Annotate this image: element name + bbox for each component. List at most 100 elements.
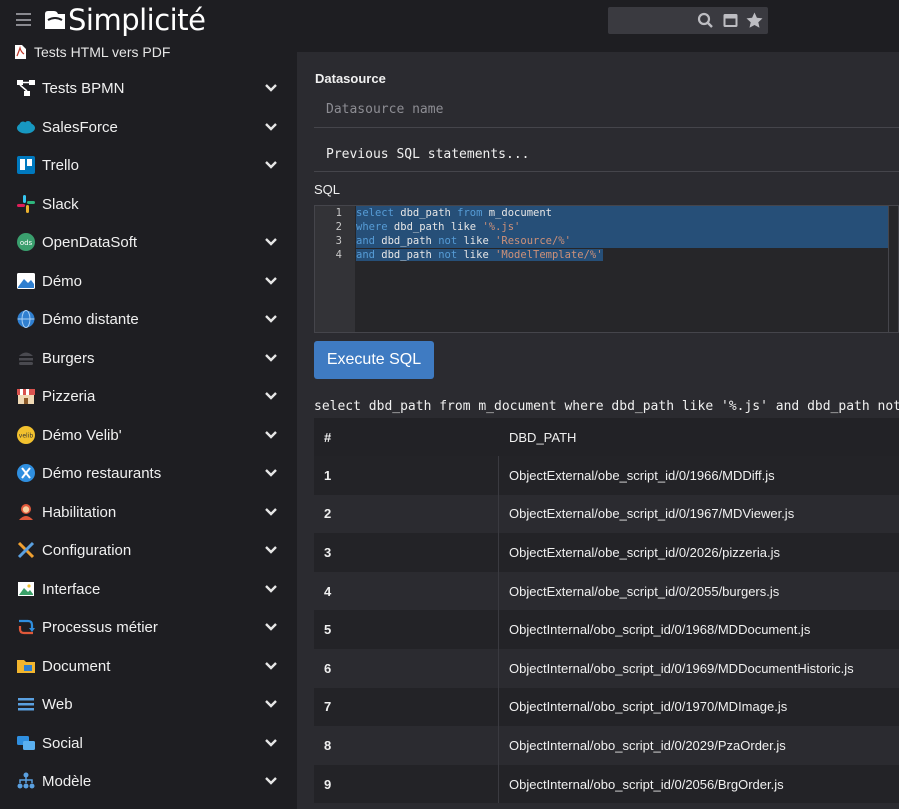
- app-logo[interactable]: Simplicité: [44, 3, 206, 37]
- code-line: select dbd_path from m_document: [356, 206, 888, 220]
- row-path: ObjectExternal/obe_script_id/0/1967/MDVi…: [509, 506, 795, 522]
- sidebar-item-salesforce[interactable]: SalesForce: [0, 108, 297, 146]
- sidebar-item-label: Slack: [42, 195, 79, 213]
- sidebar-item-social[interactable]: Social: [0, 724, 297, 762]
- chevron-down-icon[interactable]: [264, 353, 278, 363]
- sidebar-item-document[interactable]: Document: [0, 647, 297, 685]
- hamburger-menu-icon[interactable]: [16, 13, 31, 26]
- line-number-gutter: 1 2 3 4: [315, 206, 355, 332]
- sidebar-item-burgers[interactable]: Burgers: [0, 339, 297, 377]
- table-row[interactable]: 4 ObjectExternal/obe_script_id/0/2055/bur…: [314, 571, 899, 611]
- chevron-down-icon[interactable]: [264, 83, 278, 93]
- search-box[interactable]: [608, 7, 768, 34]
- sidebar-item-label: Démo distante: [42, 310, 139, 328]
- row-path: ObjectInternal/obo_script_id/0/1969/MDDo…: [509, 660, 854, 676]
- previous-sql-select[interactable]: Previous SQL statements...: [314, 134, 899, 172]
- table-row[interactable]: 1 ObjectExternal/obe_script_id/0/1966/MDD…: [314, 456, 899, 495]
- chevron-down-icon[interactable]: [264, 622, 278, 632]
- sidebar-item-label: Démo: [42, 272, 83, 290]
- sidebar-item-configuration[interactable]: Configuration: [0, 531, 297, 569]
- sidebar-item-pizzeria[interactable]: Pizzeria: [0, 377, 297, 415]
- sidebar-item-label: Web: [42, 695, 73, 713]
- sidebar-item-web[interactable]: Web: [0, 685, 297, 723]
- search-icon[interactable]: [697, 12, 714, 29]
- trello-icon: [17, 156, 35, 174]
- table-row[interactable]: 3 ObjectExternal/obe_script_id/0/2026/piz…: [314, 533, 899, 572]
- sidebar-item-label: Trello: [42, 156, 79, 174]
- chevron-down-icon[interactable]: [264, 661, 278, 671]
- burger-icon: [19, 352, 33, 365]
- sidebar-item-demo-restaurants[interactable]: Démo restaurants: [0, 454, 297, 492]
- sidebar-current-item[interactable]: Tests HTML vers PDF: [14, 43, 170, 61]
- datasource-input[interactable]: Datasource name: [314, 90, 899, 128]
- column-header-dbd-path[interactable]: DBD_PATH: [509, 430, 576, 445]
- editor-scrollbar[interactable]: [888, 206, 889, 332]
- sidebar-item-label: Document: [42, 657, 111, 675]
- row-index: 6: [324, 660, 332, 676]
- keyword: not: [438, 249, 458, 261]
- chevron-down-icon[interactable]: [264, 237, 278, 247]
- sidebar-item-modele[interactable]: Modèle: [0, 762, 297, 800]
- chevron-down-icon[interactable]: [264, 776, 278, 786]
- table-row[interactable]: 2 ObjectExternal/obe_script_id/0/1967/MDV…: [314, 494, 899, 534]
- execute-sql-button[interactable]: Execute SQL: [314, 341, 434, 379]
- keyword: like: [457, 235, 489, 247]
- folder-icon: [17, 660, 35, 673]
- column-separator: [498, 571, 499, 611]
- code-area[interactable]: select dbd_path from m_document where db…: [356, 206, 888, 332]
- sidebar-item-tests-bpmn[interactable]: Tests BPMN: [0, 69, 297, 107]
- sidebar-item-interface[interactable]: Interface: [0, 570, 297, 608]
- sidebar-item-label: SalesForce: [42, 118, 118, 136]
- sidebar-item-label: Modèle: [42, 772, 92, 790]
- table-row[interactable]: 8 ObjectInternal/obo_script_id/0/2029/Pza…: [314, 726, 899, 765]
- chevron-down-icon[interactable]: [264, 391, 278, 401]
- keyword: not: [438, 235, 458, 247]
- row-index: 4: [324, 583, 332, 599]
- star-icon[interactable]: [746, 12, 763, 29]
- row-path: ObjectExternal/obe_script_id/0/2055/burg…: [509, 583, 780, 599]
- user-icon: [19, 504, 33, 520]
- chevron-down-icon[interactable]: [264, 545, 278, 555]
- sidebar-item-label: Démo restaurants: [42, 464, 162, 482]
- keyword: where: [356, 221, 388, 233]
- sidebar-item-slack[interactable]: Slack: [0, 185, 297, 223]
- chevron-down-icon[interactable]: [264, 738, 278, 748]
- globe-icon: [17, 310, 35, 328]
- column-header-index[interactable]: #: [324, 430, 331, 445]
- chevron-down-icon[interactable]: [264, 699, 278, 709]
- sidebar-item-demo-velib[interactable]: velib Démo Velib': [0, 416, 297, 454]
- sidebar-item-label: Processus métier: [42, 618, 158, 636]
- process-icon: [18, 619, 35, 635]
- chevron-down-icon[interactable]: [264, 584, 278, 594]
- chevron-down-icon[interactable]: [264, 122, 278, 132]
- sidebar-item-habilitation[interactable]: Habilitation: [0, 493, 297, 531]
- sidebar-item-demo-distante[interactable]: Démo distante: [0, 300, 297, 338]
- code-line: and dbd_path not like 'ModelTemplate/%': [356, 248, 888, 262]
- identifier: dbd_path: [374, 249, 439, 261]
- sidebar-item-label: Configuration: [42, 541, 132, 559]
- row-path: ObjectInternal/obo_script_id/0/1970/MDIm…: [509, 699, 788, 715]
- sidebar-item-processus-metier[interactable]: Processus métier: [0, 608, 297, 646]
- window-icon[interactable]: [722, 12, 739, 29]
- table-row[interactable]: 9 ObjectInternal/obo_script_id/0/2056/Brg…: [314, 764, 899, 804]
- hierarchy-icon: [17, 772, 35, 789]
- chevron-down-icon[interactable]: [264, 276, 278, 286]
- sql-editor[interactable]: 1 2 3 4 select dbd_path from m_document …: [314, 205, 899, 333]
- table-row[interactable]: 7 ObjectInternal/obo_script_id/0/1970/MDI…: [314, 687, 899, 727]
- row-index: 3: [324, 544, 332, 560]
- identifier: dbd_path: [374, 235, 439, 247]
- chevron-down-icon[interactable]: [264, 160, 278, 170]
- chevron-down-icon[interactable]: [264, 468, 278, 478]
- column-separator: [498, 494, 499, 534]
- sidebar-item-demo[interactable]: Démo: [0, 262, 297, 300]
- chevron-down-icon[interactable]: [264, 314, 278, 324]
- sidebar-item-opendatasoft[interactable]: ods OpenDataSoft: [0, 223, 297, 261]
- row-index: 2: [324, 506, 332, 522]
- table-row[interactable]: 6 ObjectInternal/obo_script_id/0/1969/MDD…: [314, 648, 899, 688]
- column-separator: [498, 648, 499, 688]
- chevron-down-icon[interactable]: [264, 507, 278, 517]
- table-row[interactable]: 5 ObjectInternal/obo_script_id/0/1968/MDD…: [314, 610, 899, 649]
- sidebar-item-trello[interactable]: Trello: [0, 146, 297, 184]
- velib-icon: velib: [17, 426, 35, 444]
- chevron-down-icon[interactable]: [264, 430, 278, 440]
